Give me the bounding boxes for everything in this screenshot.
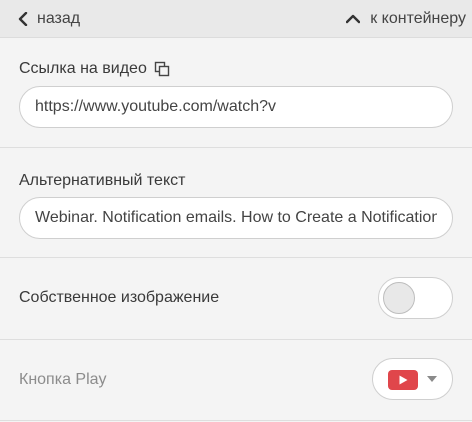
back-button[interactable]: назад [18,0,80,38]
chevron-left-icon [18,12,28,26]
panel-header: назад к контейнеру [0,0,472,38]
play-button-select[interactable] [372,358,453,400]
own-image-label: Собственное изображение [19,289,220,306]
own-image-section: Собственное изображение [0,258,472,340]
video-settings-panel: назад к контейнеру Ссылка на видео Альте… [0,0,472,422]
to-container-button[interactable]: к контейнеру [346,0,466,38]
alt-text-label: Альтернативный текст [19,172,186,189]
play-button-section: Кнопка Play [0,340,472,421]
youtube-play-icon [388,370,418,390]
play-button-label: Кнопка Play [19,371,107,388]
toggle-knob [383,282,415,314]
video-link-label-row: Ссылка на видео [19,60,170,78]
video-link-label: Ссылка на видео [19,60,147,77]
alt-text-section: Альтернативный текст [0,148,472,258]
caret-down-icon [427,376,437,382]
alt-text-input[interactable] [19,197,453,239]
own-image-toggle[interactable] [378,277,453,319]
video-link-section: Ссылка на видео [0,38,472,148]
copy-icon[interactable] [154,61,170,77]
to-container-label: к контейнеру [370,10,466,27]
back-button-label: назад [37,10,81,27]
video-link-input[interactable] [19,86,453,128]
chevron-up-icon [346,14,361,24]
